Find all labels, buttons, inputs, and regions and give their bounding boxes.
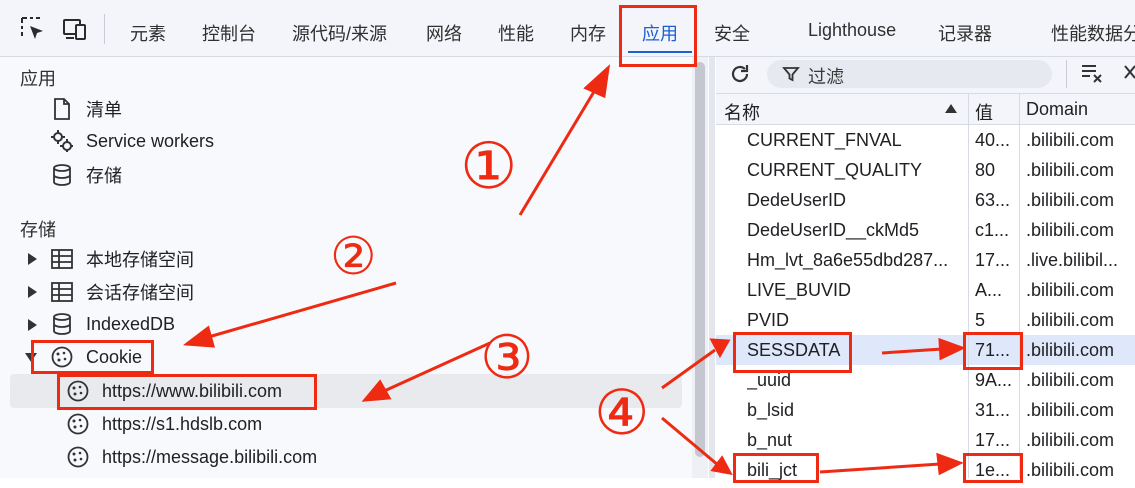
annotation-box-bili-jct bbox=[733, 453, 819, 483]
section-app: 应用 bbox=[20, 69, 56, 89]
tab-console[interactable]: 控制台 bbox=[202, 20, 256, 46]
expand-arrow-icon[interactable] bbox=[28, 253, 37, 265]
table-icon bbox=[51, 249, 73, 269]
panel-divider[interactable] bbox=[709, 57, 715, 478]
sidebar-item-label: 存储 bbox=[86, 166, 122, 186]
cookie-domain-cell: .bilibili.com bbox=[1026, 220, 1115, 240]
cookie-origin-message-bilibili[interactable]: https://message.bilibili.com bbox=[66, 445, 317, 469]
cookie-domain-cell: .bilibili.com bbox=[1026, 160, 1115, 180]
cookie-domain-cell: .bilibili.com bbox=[1026, 400, 1115, 420]
cookie-name-cell: DedeUserID__ckMd5 bbox=[747, 220, 920, 240]
sidebar-item-label: 清单 bbox=[86, 100, 122, 120]
cookie-name-cell: b_nut bbox=[747, 430, 793, 450]
sidebar-item-session-storage[interactable]: 会话存储空间 bbox=[50, 279, 194, 305]
sidebar-item-local-storage[interactable]: 本地存储空间 bbox=[50, 246, 194, 272]
sidebar-item-indexeddb[interactable]: IndexedDB bbox=[50, 312, 175, 336]
cookie-value-cell: 63... bbox=[975, 190, 1011, 210]
section-storage: 存储 bbox=[20, 220, 56, 240]
cookie-name-cell: LIVE_BUVID bbox=[747, 280, 852, 300]
table-icon bbox=[51, 282, 73, 302]
annotation-box-application-tab bbox=[619, 5, 697, 67]
cookie-name-cell: CURRENT_FNVAL bbox=[747, 130, 902, 150]
inspect-element-icon[interactable] bbox=[20, 16, 46, 42]
cookie-domain-cell: .bilibili.com bbox=[1026, 340, 1115, 360]
expand-arrow-icon[interactable] bbox=[28, 286, 37, 298]
filter-placeholder: 过滤 bbox=[808, 67, 844, 87]
tab-network[interactable]: 网络 bbox=[426, 20, 462, 46]
sidebar-item-label: IndexedDB bbox=[86, 313, 176, 334]
annotation-box-sessdata bbox=[733, 332, 852, 373]
tab-sources[interactable]: 源代码/来源 bbox=[292, 20, 387, 46]
cookie-icon bbox=[67, 446, 89, 468]
column-header-domain[interactable]: Domain bbox=[1026, 99, 1088, 120]
sidebar-item-manifest[interactable]: 清单 bbox=[50, 96, 122, 122]
refresh-icon[interactable] bbox=[728, 62, 752, 86]
annotation-box-bili-jct-value bbox=[963, 453, 1023, 483]
database-icon bbox=[53, 164, 71, 186]
cookie-domain-cell: .bilibili.com bbox=[1026, 190, 1115, 210]
clear-all-icon[interactable] bbox=[1080, 62, 1104, 84]
cookie-name-cell: Hm_lvt_8a6e55dbd287... bbox=[747, 250, 949, 270]
cookie-value-cell: 40... bbox=[975, 130, 1011, 150]
toolbar-separator bbox=[104, 14, 105, 44]
cookie-domain-cell: .bilibili.com bbox=[1026, 310, 1115, 330]
cookie-name-cell: DedeUserID bbox=[747, 190, 847, 210]
tab-lighthouse[interactable]: Lighthouse bbox=[808, 20, 896, 41]
cookie-name-cell: CURRENT_QUALITY bbox=[747, 160, 923, 180]
cookie-domain-cell: .bilibili.com bbox=[1026, 430, 1115, 450]
column-header-value[interactable]: 值 bbox=[975, 99, 993, 125]
cookie-name-cell: PVID bbox=[747, 310, 790, 330]
cookie-value-cell: 9A... bbox=[975, 370, 1013, 390]
sidebar-item-storage[interactable]: 存储 bbox=[50, 162, 122, 188]
annotation-box-bilibili-origin bbox=[57, 374, 317, 410]
cookie-domain-cell: .bilibili.com bbox=[1026, 280, 1115, 300]
sort-ascending-icon[interactable] bbox=[945, 104, 957, 113]
sidebar-scrollbar-thumb[interactable] bbox=[695, 62, 705, 457]
cookie-domain-cell: .bilibili.com bbox=[1026, 130, 1115, 150]
cookie-value-cell: 17... bbox=[975, 430, 1011, 450]
cookie-origin-hdslb[interactable]: https://s1.hdslb.com bbox=[66, 412, 262, 436]
cookie-value-cell: 17... bbox=[975, 250, 1011, 270]
cookie-domain-cell: .live.bilibil... bbox=[1026, 250, 1119, 270]
column-header-name[interactable]: 名称 bbox=[724, 99, 760, 125]
cookie-icon bbox=[67, 413, 89, 435]
database-icon bbox=[53, 313, 71, 335]
cookie-name-cell: _uuid bbox=[747, 370, 792, 390]
sidebar-item-label: 本地存储空间 bbox=[86, 250, 194, 270]
document-icon bbox=[54, 98, 70, 120]
tab-memory[interactable]: 内存 bbox=[570, 20, 606, 46]
device-toolbar-icon[interactable] bbox=[62, 16, 88, 42]
annotation-box-cookie bbox=[31, 340, 154, 374]
cookie-value-cell: 5 bbox=[975, 310, 986, 330]
sidebar-item-label: Service workers bbox=[86, 130, 215, 151]
cookie-value-cell: 31... bbox=[975, 400, 1011, 420]
sidebar-item-service-workers[interactable]: Service workers bbox=[50, 129, 214, 153]
sidebar-item-label: 会话存储空间 bbox=[86, 283, 194, 303]
toolbar-separator bbox=[1066, 60, 1067, 88]
expand-arrow-icon[interactable] bbox=[28, 319, 37, 331]
annotation-box-sessdata-value bbox=[963, 332, 1023, 370]
cookie-origin-label: https://message.bilibili.com bbox=[102, 446, 318, 467]
cookie-name-cell: b_lsid bbox=[747, 400, 795, 420]
cookie-value-cell: A... bbox=[975, 280, 1003, 300]
filter-icon bbox=[782, 67, 800, 82]
cookie-origin-label: https://s1.hdslb.com bbox=[102, 413, 263, 434]
tab-elements[interactable]: 元素 bbox=[130, 20, 166, 46]
gears-icon bbox=[51, 130, 73, 152]
tab-recorder[interactable]: 记录器 bbox=[938, 20, 992, 46]
cookie-domain-cell: .bilibili.com bbox=[1026, 370, 1115, 390]
tab-security[interactable]: 安全 bbox=[714, 20, 750, 46]
close-icon[interactable] bbox=[1124, 64, 1135, 80]
tab-performance-insights[interactable]: 性能数据分 bbox=[1051, 20, 1135, 46]
tab-performance[interactable]: 性能 bbox=[498, 20, 534, 46]
cookie-value-cell: 80 bbox=[975, 160, 996, 180]
cookie-value-cell: c1... bbox=[975, 220, 1010, 240]
